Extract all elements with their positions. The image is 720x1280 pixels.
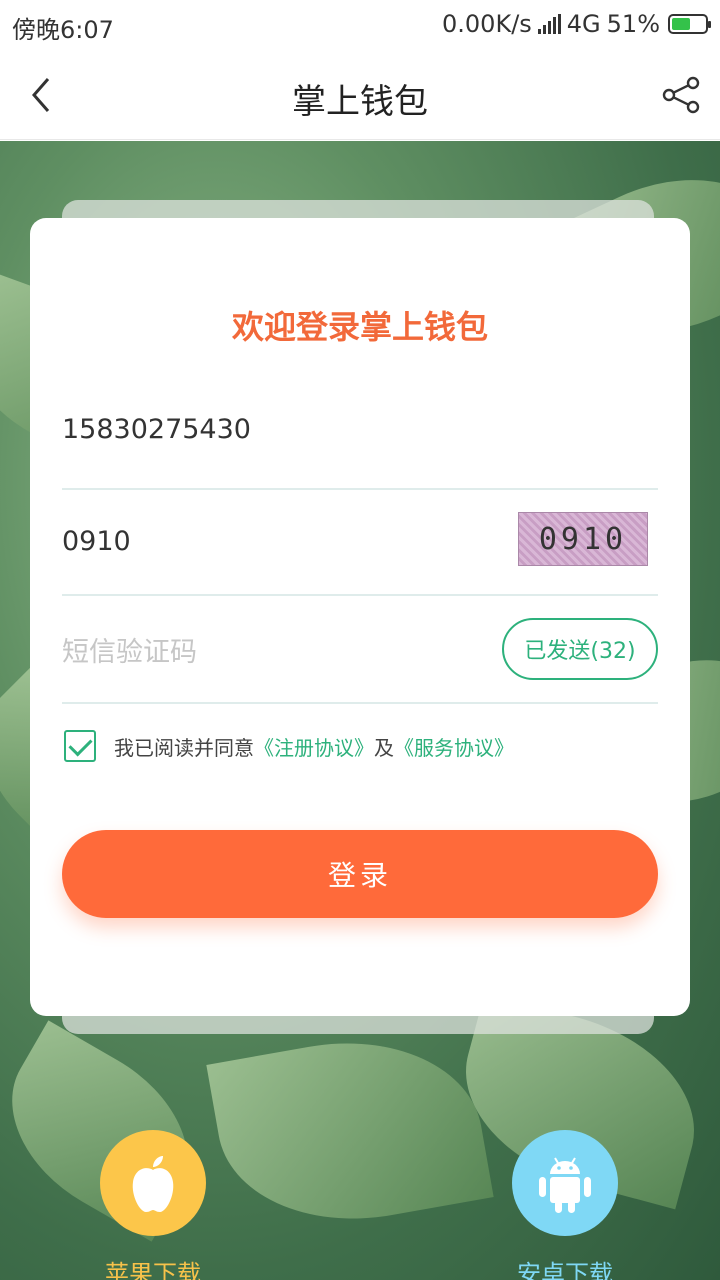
share-icon: [662, 76, 700, 114]
android-download-label[interactable]: 安卓下载: [465, 1254, 665, 1280]
status-indicators: 0.00K/s 4G 51%: [442, 10, 711, 38]
network-speed: 0.00K/s: [442, 10, 532, 38]
agree-and: 及: [374, 735, 394, 760]
phone-field[interactable]: 15830275430: [62, 378, 658, 490]
sms-code-field[interactable]: 短信验证码 已发送(32): [62, 596, 658, 704]
captcha-field[interactable]: 0910 0910: [62, 490, 658, 596]
battery-percent: 51%: [606, 10, 660, 38]
captcha-image[interactable]: 0910: [518, 512, 648, 566]
apple-download-button[interactable]: [100, 1130, 206, 1236]
agree-prefix: 我已阅读并同意: [114, 735, 254, 760]
android-icon: [539, 1157, 591, 1213]
status-time: 傍晚6:07: [12, 16, 114, 44]
agreement-row: 我已阅读并同意 《注册协议》 及 《服务协议》: [64, 726, 514, 766]
apple-icon: [132, 1156, 174, 1212]
status-bar: 傍晚6:07 0.00K/s 4G 51%: [0, 0, 720, 52]
sms-code-input[interactable]: 短信验证码: [62, 630, 197, 669]
apple-download-label[interactable]: 苹果下载: [53, 1254, 253, 1280]
network-type: 4G: [566, 10, 601, 38]
leaf-decoration: [206, 1019, 494, 1243]
service-agreement-link[interactable]: 《服务协议》: [394, 732, 514, 761]
page-title: 掌上钱包: [292, 82, 428, 122]
login-button[interactable]: 登录: [62, 830, 658, 918]
captcha-input[interactable]: 0910: [62, 526, 131, 557]
register-agreement-link[interactable]: 《注册协议》: [254, 732, 374, 761]
welcome-title: 欢迎登录掌上钱包: [231, 308, 488, 346]
share-button[interactable]: [656, 70, 706, 120]
battery-icon: [668, 14, 711, 34]
send-sms-button[interactable]: 已发送(32): [502, 618, 658, 680]
android-download-button[interactable]: [512, 1130, 618, 1236]
login-card: 欢迎登录掌上钱包 15830275430 0910 0910 短信验证码 已发送…: [30, 218, 690, 1016]
app-bar: 掌上钱包: [0, 52, 720, 140]
signal-icon: [537, 14, 561, 34]
agree-checkbox[interactable]: [64, 730, 96, 762]
phone-input[interactable]: 15830275430: [62, 414, 251, 445]
